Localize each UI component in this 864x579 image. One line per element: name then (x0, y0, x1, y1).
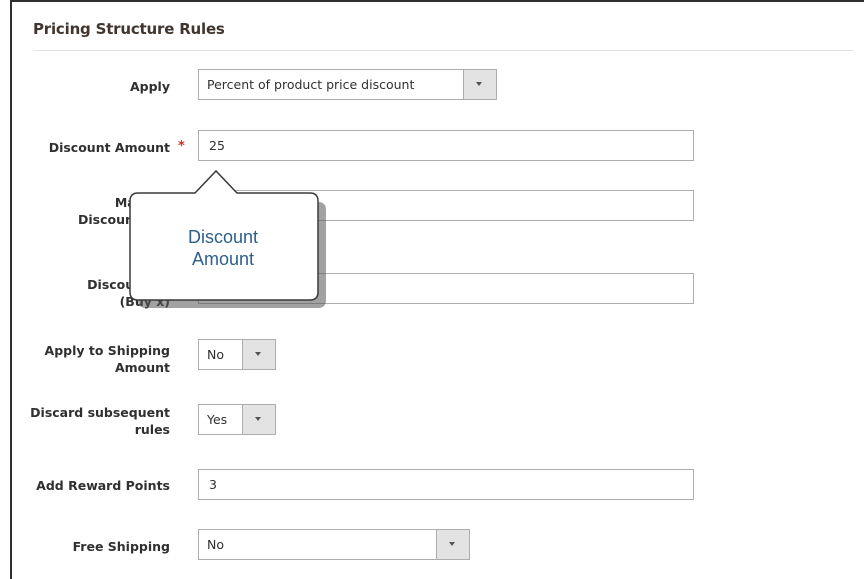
reward-points-label: Add Reward Points (36, 478, 170, 493)
discount-amount-input[interactable]: 25 (198, 130, 694, 161)
free-shipping-value: No (207, 537, 224, 552)
reward-points-value: 3 (209, 477, 217, 492)
max-qty-label: Maximu Discount is A (20, 194, 170, 228)
required-marker: * (178, 139, 185, 154)
apply-shipping-label-line1: Apply to Shipping (44, 343, 170, 358)
discard-rules-label-line1: Discard subsequent (30, 405, 170, 420)
max-qty-label-line1: Maximu (114, 195, 170, 210)
discard-rules-toggle[interactable] (242, 405, 275, 434)
chevron-down-icon (255, 352, 261, 356)
apply-shipping-select[interactable]: No (198, 339, 276, 370)
chevron-down-icon (449, 542, 455, 546)
section-title: Pricing Structure Rules (33, 20, 225, 38)
max-qty-input[interactable] (198, 190, 694, 221)
discount-step-input[interactable] (198, 273, 694, 304)
discount-amount-value: 25 (209, 138, 225, 153)
free-shipping-select[interactable]: No (198, 529, 470, 560)
callout-line1: Discount (187, 227, 259, 247)
discard-rules-select[interactable]: Yes (198, 404, 276, 435)
callout-text: Discount Amount (132, 226, 314, 270)
apply-select-toggle[interactable] (463, 70, 496, 99)
apply-shipping-label-line2: Amount (114, 360, 170, 375)
apply-label: Apply (129, 79, 170, 94)
discard-rules-label-line2: rules (134, 422, 170, 437)
apply-shipping-value: No (207, 347, 224, 362)
chevron-down-icon (255, 417, 261, 421)
discount-step-label-line1: Discount Qt (87, 277, 170, 292)
discount-step-label: Discount Qt (Buy x) (20, 276, 170, 310)
discard-rules-value: Yes (207, 412, 228, 427)
discard-rules-label: Discard subsequent rules (20, 404, 170, 438)
reward-points-input[interactable]: 3 (198, 469, 694, 500)
apply-select-value: Percent of product price discount (207, 77, 415, 92)
apply-shipping-toggle[interactable] (242, 340, 275, 369)
free-shipping-toggle[interactable] (436, 530, 469, 559)
apply-select[interactable]: Percent of product price discount (198, 69, 497, 100)
section-divider (33, 50, 853, 51)
discount-step-label-line2: (Buy x) (119, 294, 170, 309)
callout-line2: Amount (191, 249, 255, 269)
discount-amount-label: Discount Amount (48, 140, 170, 155)
apply-shipping-label: Apply to Shipping Amount (20, 342, 170, 376)
free-shipping-label: Free Shipping (72, 539, 170, 554)
chevron-down-icon (476, 82, 482, 86)
